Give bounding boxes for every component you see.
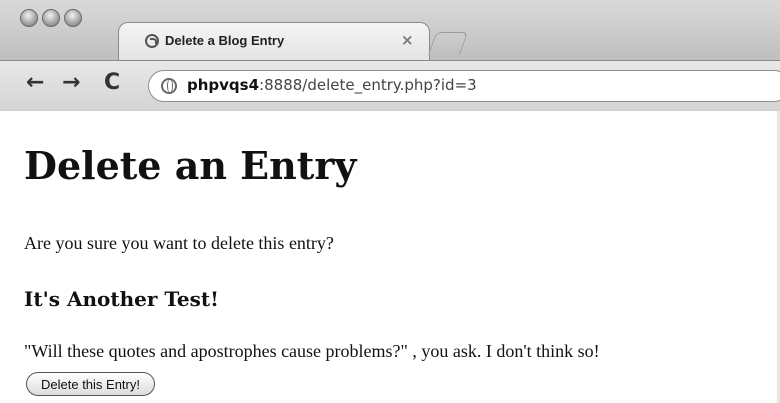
browser-toolbar: ← → C phpvqs4:8888/delete_entry.php?id=3 [0, 60, 780, 112]
reload-icon[interactable]: C [104, 71, 120, 95]
confirm-prompt: Are you sure you want to delete this ent… [24, 233, 334, 253]
entry-body: "Will these quotes and apostrophes cause… [24, 341, 600, 361]
entry-title: It's Another Test! [24, 287, 219, 311]
forward-arrow-icon[interactable]: → [62, 71, 80, 95]
window-zoom-button[interactable] [64, 9, 82, 27]
url-path: :8888/delete_entry.php?id=3 [259, 76, 477, 94]
page-viewport: Delete an Entry Are you sure you want to… [0, 111, 780, 403]
page-title: Delete an Entry [24, 143, 357, 188]
address-bar[interactable]: phpvqs4:8888/delete_entry.php?id=3 [148, 70, 780, 102]
window-titlebar: Delete a Blog Entry × [0, 0, 780, 64]
url-host: phpvqs4 [187, 76, 260, 94]
browser-tab[interactable]: Delete a Blog Entry × [118, 22, 430, 61]
window-close-button[interactable] [20, 9, 38, 27]
new-tab-button[interactable] [427, 32, 469, 55]
window-minimize-button[interactable] [42, 9, 60, 27]
globe-icon [145, 34, 159, 48]
tab-title: Delete a Blog Entry [165, 33, 285, 48]
back-arrow-icon[interactable]: ← [26, 71, 44, 95]
url-text: phpvqs4:8888/delete_entry.php?id=3 [187, 76, 477, 94]
tab-close-icon[interactable]: × [401, 31, 414, 49]
delete-entry-button[interactable]: Delete this Entry! [26, 372, 155, 396]
site-info-icon[interactable] [161, 78, 177, 94]
